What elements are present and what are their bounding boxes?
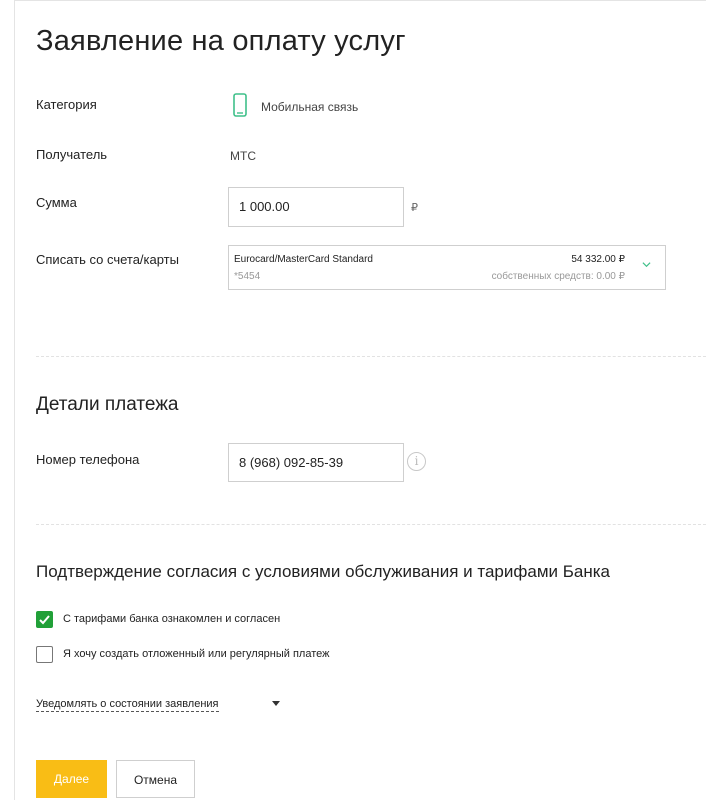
card-own-funds: собственных средств: 0.00 ₽ [491, 271, 625, 282]
scheduled-label: Я хочу создать отложенный или регулярный… [63, 648, 330, 660]
details-heading: Детали платежа [36, 394, 179, 415]
category-label: Категория [36, 97, 97, 112]
amount-label: Сумма [36, 195, 77, 210]
card-balance: 54 332.00 ₽ [571, 254, 625, 265]
amount-currency: ₽ [411, 202, 418, 214]
account-select[interactable]: Eurocard/MasterCard Standard *5454 54 33… [228, 245, 666, 290]
agree-checkbox[interactable] [36, 611, 53, 628]
phone-label: Номер телефона [36, 452, 140, 467]
page-title: Заявление на оплату услуг [36, 25, 406, 57]
consent-heading: Подтверждение согласия с условиями обслу… [36, 562, 610, 581]
mobile-phone-icon [233, 93, 247, 117]
agree-label: С тарифами банка ознакомлен и согласен [63, 613, 281, 625]
account-label: Списать со счета/карты [36, 252, 179, 267]
recipient-value: МТС [230, 149, 256, 163]
next-button[interactable]: Далее [36, 760, 107, 798]
card-name: Eurocard/MasterCard Standard [234, 254, 373, 265]
divider [36, 356, 706, 357]
chevron-down-icon [642, 262, 651, 268]
notify-dropdown[interactable]: Уведомлять о состоянии заявления [36, 698, 219, 712]
category-value: Мобильная связь [261, 100, 359, 114]
card-number: *5454 [234, 271, 261, 282]
phone-input[interactable]: 8 (968) 092-85-39 [228, 443, 404, 482]
divider [36, 524, 706, 525]
amount-input[interactable]: 1 000.00 [228, 187, 404, 227]
scheduled-checkbox[interactable] [36, 646, 53, 663]
recipient-label: Получатель [36, 147, 108, 162]
info-icon[interactable]: i [407, 452, 426, 471]
caret-down-icon[interactable] [272, 701, 280, 706]
cancel-button[interactable]: Отмена [116, 760, 195, 798]
payment-form: Заявление на оплату услуг Категория Моби… [14, 0, 706, 800]
check-icon [39, 615, 50, 625]
